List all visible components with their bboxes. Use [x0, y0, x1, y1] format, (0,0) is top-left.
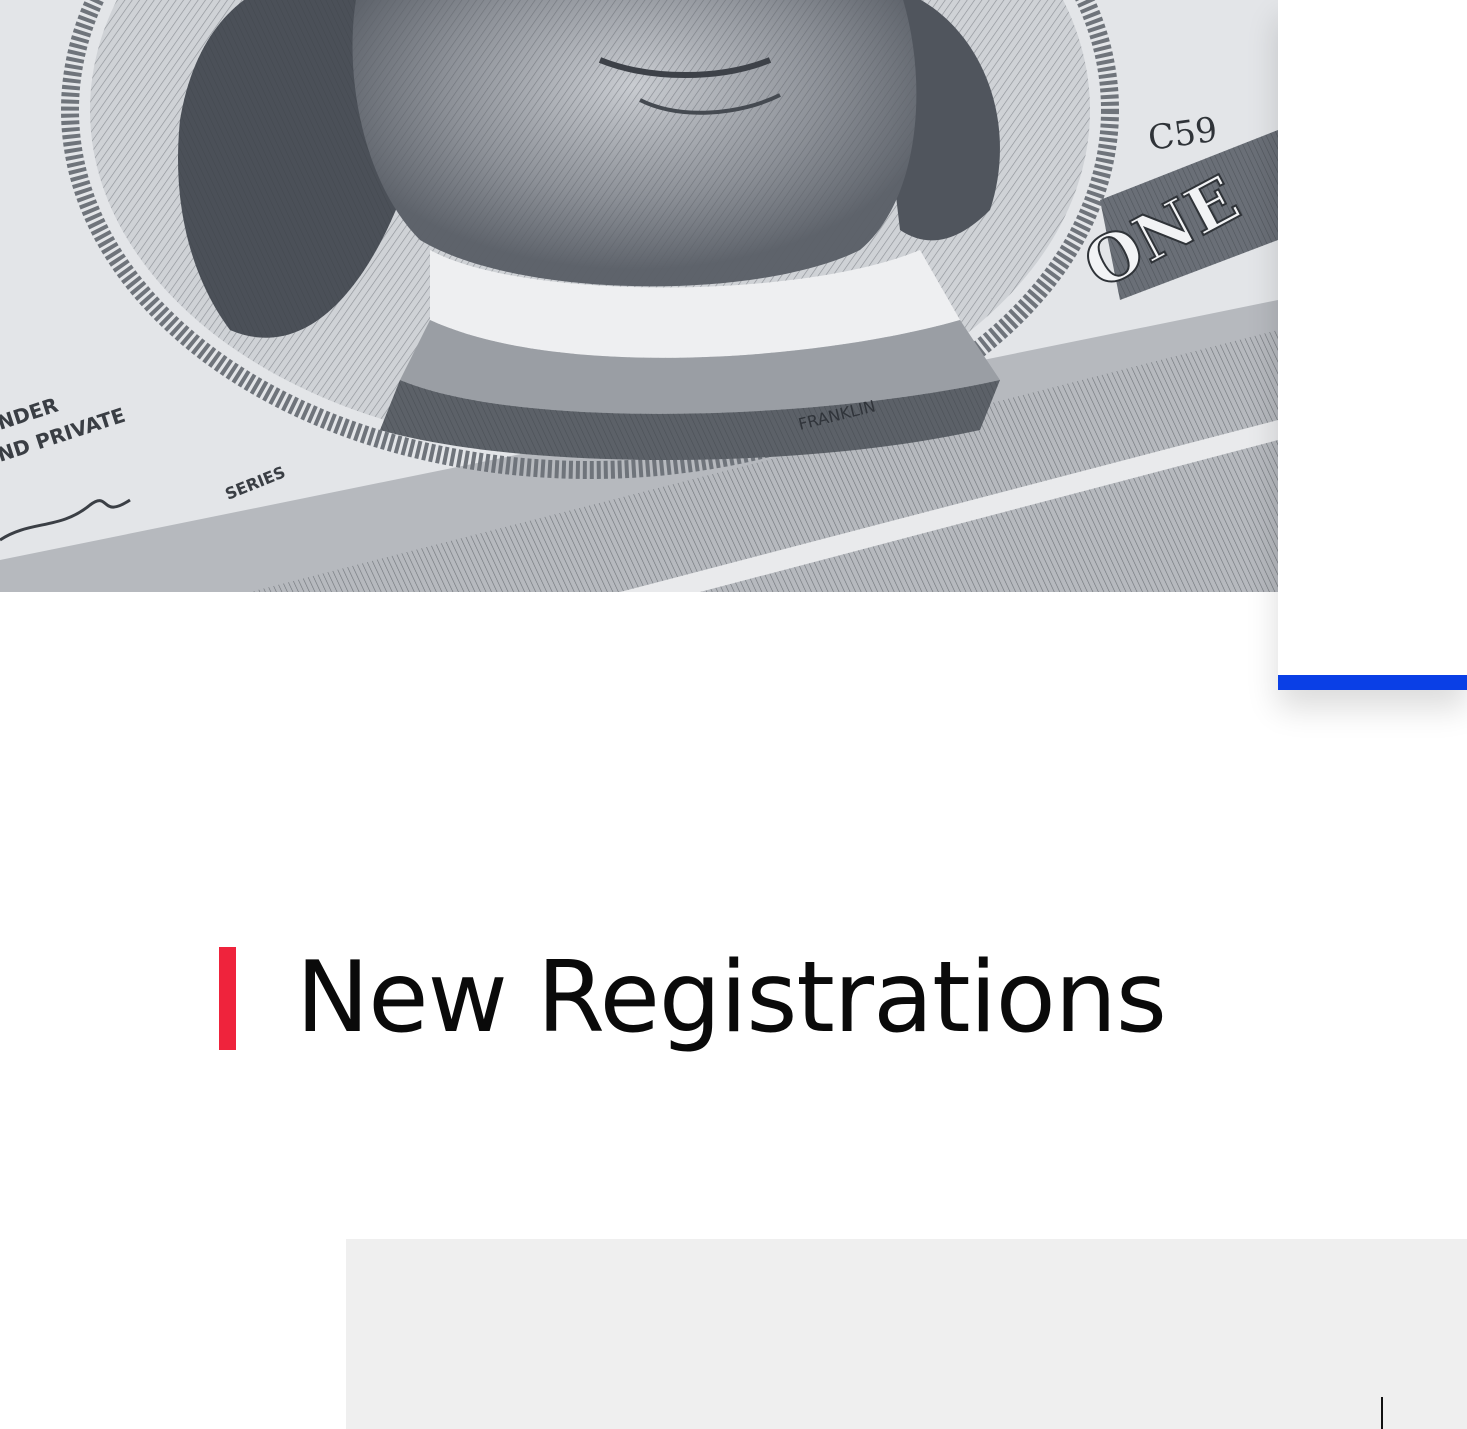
- text-cursor: [1381, 1397, 1383, 1429]
- page-title: New Registrations: [296, 941, 1167, 1055]
- banknote-illustration: C59 ONE FRANKLIN NDER ND PRIVATE SERIES: [0, 0, 1278, 592]
- hero-banknote-image: C59 ONE FRANKLIN NDER ND PRIVATE SERIES: [0, 0, 1278, 592]
- side-card-accent-bar: [1278, 675, 1467, 690]
- title-accent-bar: [219, 946, 236, 1050]
- side-card: [1278, 0, 1467, 690]
- section-heading: New Registrations: [219, 941, 1167, 1055]
- content-panel: [346, 1239, 1467, 1429]
